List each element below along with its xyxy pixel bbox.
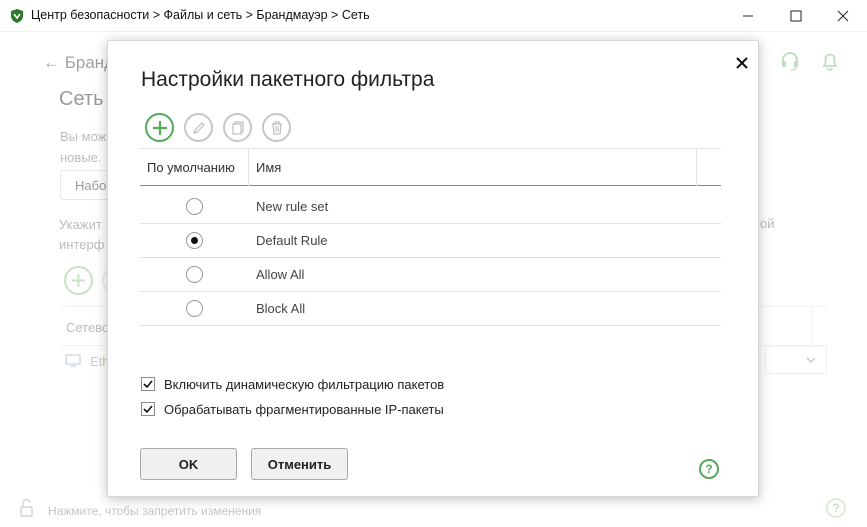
- table-row[interactable]: Default Rule: [140, 224, 721, 258]
- delete-icon: [271, 120, 282, 135]
- help-icon[interactable]: ?: [699, 459, 719, 479]
- close-icon: [736, 57, 748, 69]
- dynamic-filtering-label[interactable]: Включить динамическую фильтрацию пакетов: [164, 377, 444, 392]
- packet-filter-dialog: Настройки пакетного фильтра По умолчанию…: [107, 40, 759, 497]
- ruleset-table: По умолчанию Имя New rule set Default Ru…: [140, 148, 721, 326]
- table-row[interactable]: Block All: [140, 292, 721, 326]
- default-radio[interactable]: [186, 300, 203, 317]
- fragmented-packets-checkbox[interactable]: [141, 402, 155, 416]
- close-icon: [837, 10, 849, 22]
- copy-icon: [231, 120, 244, 135]
- ok-button[interactable]: OK: [140, 448, 237, 480]
- add-icon: [152, 120, 167, 135]
- copy-ruleset-button[interactable]: [223, 113, 252, 142]
- ruleset-name: Default Rule: [256, 233, 328, 248]
- dynamic-filtering-checkbox[interactable]: [141, 377, 155, 391]
- edit-icon: [192, 121, 205, 134]
- minimize-button[interactable]: [725, 0, 771, 32]
- edit-ruleset-button[interactable]: [184, 113, 213, 142]
- window-close-button[interactable]: [820, 0, 866, 32]
- default-radio[interactable]: [186, 232, 203, 249]
- ruleset-name: Allow All: [256, 267, 305, 282]
- column-header-name[interactable]: Имя: [256, 160, 281, 175]
- ruleset-name: Block All: [256, 301, 306, 316]
- column-divider: [248, 149, 249, 186]
- default-radio[interactable]: [186, 198, 203, 215]
- column-divider: [696, 149, 697, 186]
- maximize-button[interactable]: [773, 0, 819, 32]
- checkmark-icon: [143, 405, 153, 414]
- default-radio[interactable]: [186, 266, 203, 283]
- column-header-default[interactable]: По умолчанию: [147, 160, 235, 175]
- dialog-close-button[interactable]: [732, 53, 752, 73]
- window-title: Центр безопасности > Файлы и сеть > Бран…: [31, 8, 370, 22]
- cancel-button[interactable]: Отменить: [251, 448, 348, 480]
- app-shield-icon: [11, 9, 23, 23]
- dialog-title: Настройки пакетного фильтра: [141, 68, 435, 91]
- table-row[interactable]: Allow All: [140, 258, 721, 292]
- minimize-icon: [743, 15, 753, 17]
- maximize-icon: [790, 10, 802, 22]
- add-ruleset-button[interactable]: [145, 113, 174, 142]
- ruleset-name: New rule set: [256, 199, 329, 214]
- title-bar: Центр безопасности > Файлы и сеть > Бран…: [0, 0, 867, 32]
- fragmented-packets-label[interactable]: Обрабатывать фрагментированные IP-пакеты: [164, 402, 444, 417]
- fragmented-packets-option[interactable]: Обрабатывать фрагментированные IP-пакеты: [141, 400, 444, 418]
- dynamic-filtering-option[interactable]: Включить динамическую фильтрацию пакетов: [141, 375, 444, 393]
- table-row[interactable]: New rule set: [140, 190, 721, 224]
- checkmark-icon: [143, 380, 153, 389]
- delete-ruleset-button[interactable]: [262, 113, 291, 142]
- table-header: По умолчанию Имя: [140, 148, 721, 186]
